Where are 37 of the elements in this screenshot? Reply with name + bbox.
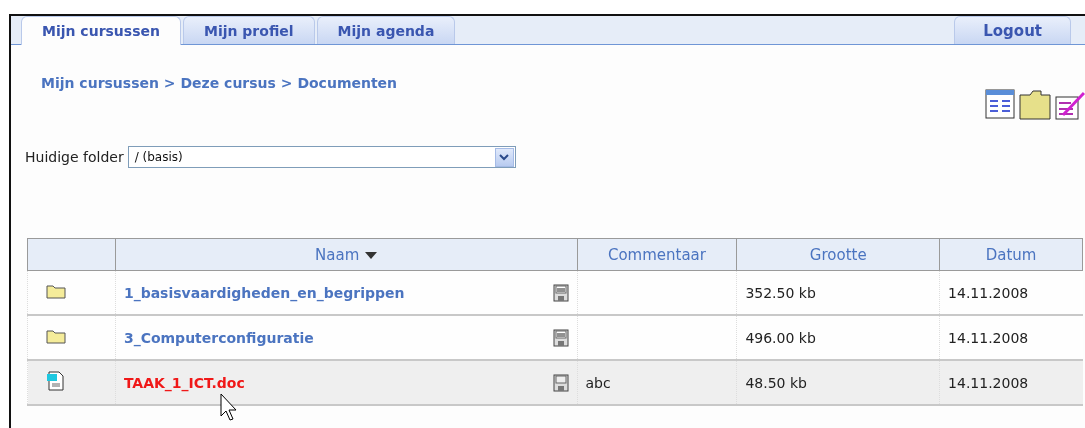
size-text: 48.50 kb [745, 374, 807, 391]
mouse-pointer-icon [220, 393, 238, 421]
folder-dropdown[interactable]: / (basis) [127, 146, 516, 168]
breadcrumb-separator: > [279, 75, 294, 91]
breadcrumb-link[interactable]: Mijn cursussen [41, 75, 159, 91]
tab[interactable]: Mijn cursussen [21, 16, 181, 45]
tab[interactable]: Mijn agenda [316, 16, 456, 44]
list-view-icon[interactable] [985, 89, 1015, 119]
size-text: 496.00 kb [745, 329, 816, 346]
breadcrumb-link[interactable]: Deze cursus [180, 75, 276, 91]
chevron-down-icon [499, 153, 510, 161]
edit-icon[interactable] [1055, 89, 1085, 121]
tab[interactable]: Mijn profiel [182, 16, 315, 44]
table-row[interactable]: 1_basisvaardigheden_en_begrippen 352.50 kb 14.11.2008 [27, 270, 1083, 315]
date-text: 14.11.2008 [948, 374, 1029, 391]
column-header[interactable]: Commentaar [577, 238, 737, 271]
file-link[interactable]: 3_Computerconfiguratie [123, 329, 314, 346]
breadcrumb-separator: > [162, 75, 177, 91]
column-header[interactable]: Grootte [736, 238, 940, 271]
folder-label: Huidige folder [25, 149, 124, 165]
file-link[interactable]: 1_basisvaardigheden_en_begrippen [123, 284, 405, 301]
column-header[interactable]: Datum [939, 238, 1083, 271]
comment-text: abc [585, 374, 611, 391]
table-row[interactable]: 3_Computerconfiguratie 496.00 kb 14.11.2008 [27, 315, 1083, 360]
table-row[interactable]: TAAK_1_ICT.doc abc 48.50 kb 14.11.2008 [27, 360, 1083, 405]
file-link[interactable]: TAAK_1_ICT.doc [123, 374, 245, 391]
folder-icon [46, 328, 66, 344]
folder-icon [46, 283, 66, 299]
size-text: 352.50 kb [745, 284, 816, 301]
date-text: 14.11.2008 [948, 284, 1029, 301]
logout-tab[interactable]: Logout [954, 16, 1071, 44]
breadcrumb-link[interactable]: Documenten [297, 75, 398, 91]
column-header[interactable]: Naam [115, 238, 578, 271]
document-icon [46, 371, 64, 391]
date-text: 14.11.2008 [948, 329, 1029, 346]
save-icon[interactable] [552, 373, 569, 392]
folder-icon[interactable] [1018, 89, 1052, 121]
